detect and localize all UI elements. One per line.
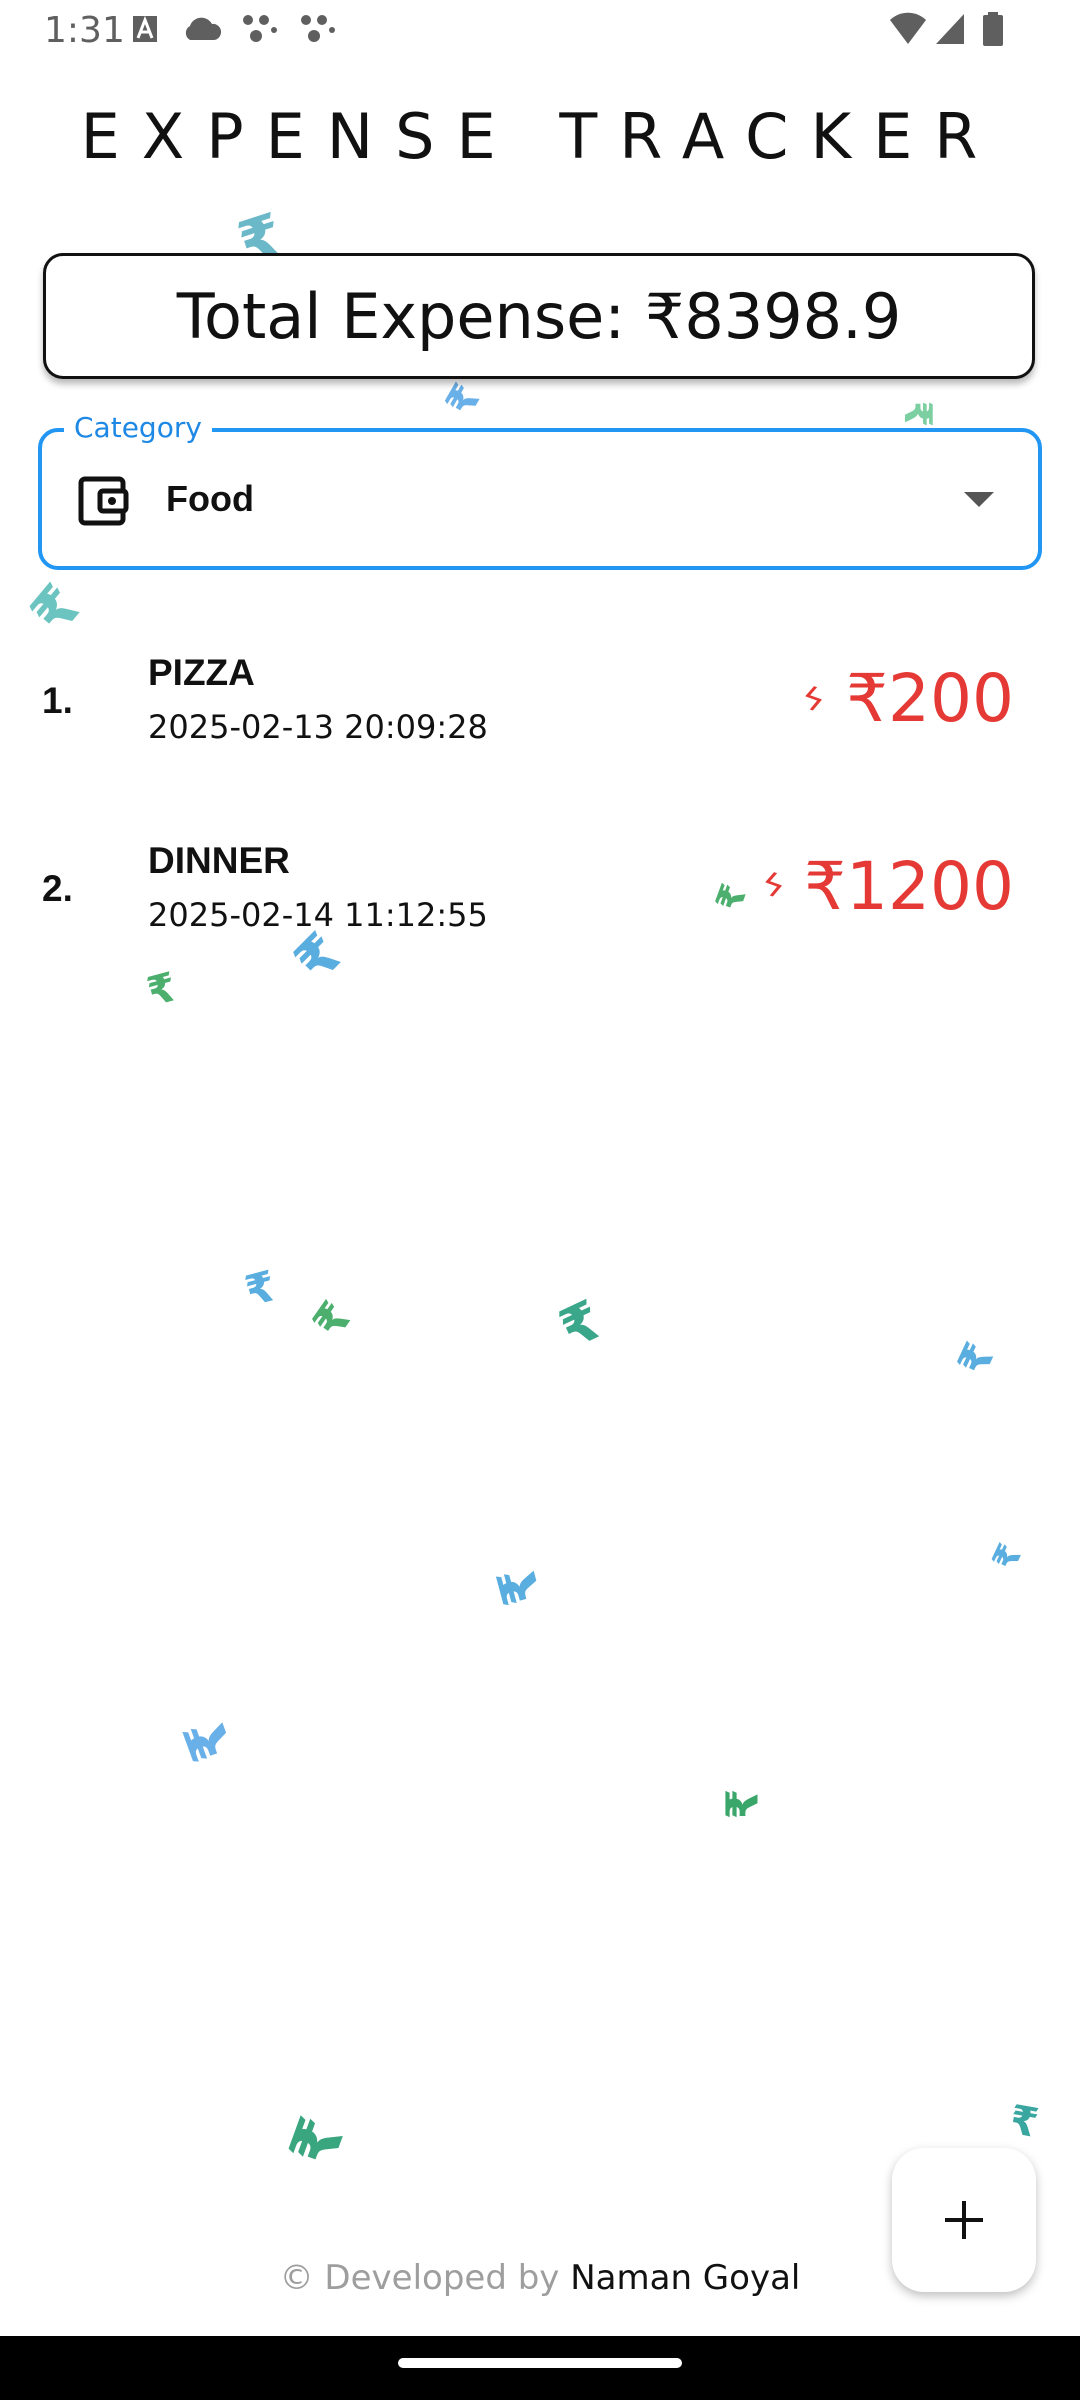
item-name: DINNER bbox=[148, 840, 290, 881]
assistant-dots-icon bbox=[243, 15, 277, 42]
footer-prefix: © Developed by bbox=[279, 2258, 571, 2298]
status-time: 1:31 bbox=[44, 10, 125, 51]
item-index: 2. bbox=[42, 868, 73, 909]
app-title: EXPENSE TRACKER bbox=[80, 100, 1000, 173]
expense-list-item[interactable]: 1. PIZZA 2025-02-13 20:09:28 ϟ ₹200 bbox=[0, 640, 1080, 790]
rupee-symbol-icon: ₹ bbox=[437, 376, 491, 424]
wifi-icon bbox=[890, 12, 926, 45]
cloud-icon bbox=[185, 17, 222, 40]
footer-credit: © Developed by Naman Goyal bbox=[0, 2258, 1080, 2298]
status-bar: 1:31 bbox=[0, 0, 1080, 60]
expense-list-item[interactable]: 2. DINNER 2025-02-14 11:12:55 ϟ ₹1200 bbox=[0, 830, 1080, 980]
item-index: 1. bbox=[42, 680, 73, 721]
item-amount: ₹200 bbox=[846, 660, 1014, 737]
category-dropdown[interactable]: Category Food bbox=[38, 411, 1042, 570]
rupee-symbol-icon: ₹ bbox=[947, 1335, 1005, 1383]
rupee-symbol-icon: ₹ bbox=[275, 2108, 361, 2176]
dropdown-arrow-icon bbox=[964, 492, 994, 507]
assistant-dots-icon-2 bbox=[301, 15, 335, 42]
item-datetime: 2025-02-13 20:09:28 bbox=[148, 708, 488, 746]
rupee-symbol-icon: ₹ bbox=[17, 571, 96, 647]
total-expense-card: Total Expense: ₹8398.9 bbox=[43, 253, 1035, 379]
battery-icon bbox=[983, 12, 1003, 46]
item-name: PIZZA bbox=[148, 652, 255, 693]
rupee-symbol-icon: ₹ bbox=[171, 1710, 247, 1770]
developer-name: Naman Goyal bbox=[570, 2258, 801, 2298]
rupee-symbol-icon: ₹ bbox=[240, 1261, 281, 1316]
rupee-symbol-icon: ₹ bbox=[486, 1560, 554, 1612]
system-navigation-bar bbox=[0, 2336, 1080, 2400]
rupee-symbol-icon: ₹ bbox=[984, 1537, 1031, 1577]
wallet-icon bbox=[78, 476, 129, 526]
bolt-icon: ϟ bbox=[798, 678, 829, 720]
rupee-symbol-icon: ₹ bbox=[303, 1292, 363, 1347]
home-gesture-handle[interactable] bbox=[398, 2358, 682, 2368]
item-datetime: 2025-02-14 11:12:55 bbox=[148, 896, 488, 934]
text-a-icon bbox=[133, 15, 157, 42]
category-selected-value: Food bbox=[166, 478, 254, 519]
rupee-symbol-icon: ₹ bbox=[550, 1288, 611, 1362]
rupee-symbol-icon: ₹ bbox=[896, 400, 941, 428]
signal-icon bbox=[936, 14, 964, 44]
rupee-symbol-icon: ₹ bbox=[717, 1788, 769, 1820]
rupee-symbol-icon: ₹ bbox=[1006, 2096, 1042, 2148]
bolt-icon: ϟ bbox=[758, 864, 789, 906]
item-amount: ₹1200 bbox=[804, 848, 1014, 925]
total-expense-text: Total Expense: ₹8398.9 bbox=[176, 279, 902, 353]
category-label: Category bbox=[64, 411, 212, 444]
